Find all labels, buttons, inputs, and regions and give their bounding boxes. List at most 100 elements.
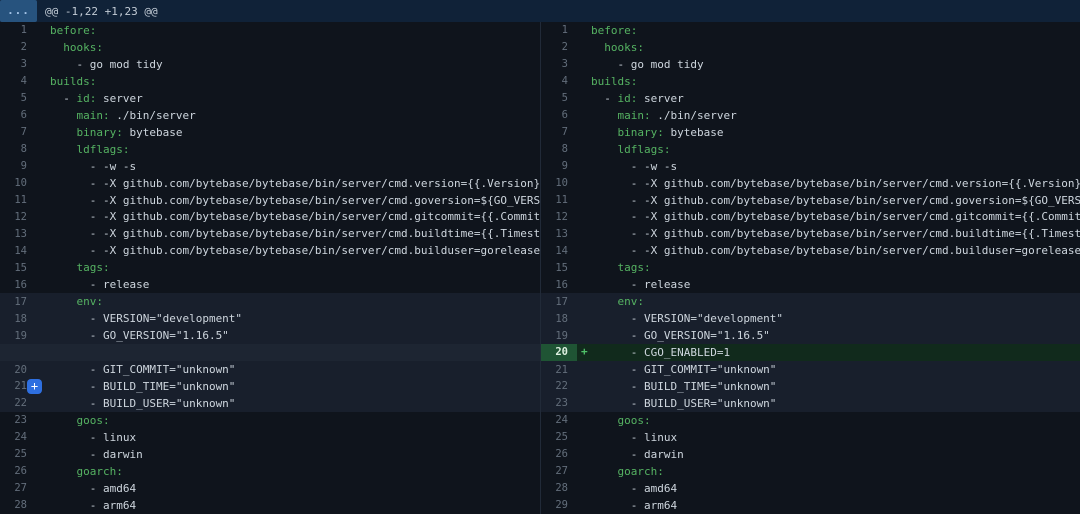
line-number[interactable]: 16 (541, 279, 577, 291)
yaml-key-token: goos: (77, 414, 110, 427)
code-line: - go mod tidy (36, 58, 163, 71)
line-number[interactable]: 9 (0, 160, 36, 172)
diff-row: 28 - arm64 (0, 497, 540, 514)
code-text-token (50, 465, 77, 478)
line-number[interactable]: 18 (541, 313, 577, 325)
line-number[interactable]: 5 (0, 92, 36, 104)
line-number[interactable]: 23 (0, 414, 36, 426)
diff-row: 1before: (541, 22, 1080, 39)
code-text-token: - -X github.com/bytebase/bytebase/bin/se… (591, 210, 1080, 223)
diff-row: 1before: (0, 22, 540, 39)
line-number[interactable]: 11 (0, 194, 36, 206)
line-number[interactable]: 26 (0, 465, 36, 477)
code-line: - -w -s (577, 160, 677, 173)
yaml-key-token: binary: (77, 126, 123, 139)
code-line: goos: (36, 414, 110, 427)
line-number[interactable]: 20 (541, 344, 577, 361)
code-text-token: - linux (50, 431, 136, 444)
code-text-token: - darwin (50, 448, 143, 461)
code-line: - GO_VERSION="1.16.5" (36, 329, 229, 342)
diff-row: 4 builds: (0, 73, 540, 90)
line-number[interactable]: 16 (0, 279, 36, 291)
line-number[interactable]: 10 (541, 177, 577, 189)
line-number[interactable]: 15 (0, 262, 36, 274)
line-number[interactable]: 2 (0, 41, 36, 53)
code-line: - GIT_COMMIT="unknown" (36, 363, 235, 376)
line-number[interactable]: 8 (541, 143, 577, 155)
line-number[interactable]: 17 (541, 296, 577, 308)
line-number[interactable]: 25 (0, 448, 36, 460)
code-line: ldflags: (36, 143, 129, 156)
code-text-token: - amd64 (591, 482, 677, 495)
diff-row: 11 - -X github.com/bytebase/bytebase/bin… (541, 192, 1080, 209)
line-number[interactable]: 20 (0, 364, 36, 376)
line-number[interactable]: 19 (0, 330, 36, 342)
line-number[interactable]: 28 (541, 482, 577, 494)
line-number[interactable]: 3 (0, 58, 36, 70)
code-text-token: - -X github.com/bytebase/bytebase/bin/se… (591, 244, 1080, 257)
line-number[interactable]: 10 (0, 177, 36, 189)
code-line: builds: (36, 75, 96, 88)
code-text-token: - arm64 (50, 499, 136, 512)
line-number[interactable]: 18 (0, 313, 36, 325)
line-number[interactable]: 25 (541, 431, 577, 443)
line-number[interactable]: 29 (541, 499, 577, 511)
line-number[interactable]: 4 (541, 75, 577, 87)
line-number[interactable]: 2 (541, 41, 577, 53)
line-number[interactable]: 28 (0, 499, 36, 511)
code-text-token: ./bin/server (651, 109, 737, 122)
line-number[interactable]: 24 (541, 414, 577, 426)
line-number[interactable]: 7 (0, 126, 36, 138)
line-number[interactable]: 8 (0, 143, 36, 155)
line-number[interactable]: 11 (541, 194, 577, 206)
code-text-token: - BUILD_USER="unknown" (591, 397, 776, 410)
expand-diff-button[interactable]: ... (0, 0, 37, 22)
line-number[interactable]: 14 (541, 245, 577, 257)
line-number[interactable]: 22 (0, 397, 36, 409)
code-line: - id: server (577, 92, 684, 105)
line-number[interactable]: 13 (0, 228, 36, 240)
diff-row: 18 - VERSION="development" (541, 310, 1080, 327)
diff-placeholder-row (0, 344, 540, 361)
line-number[interactable]: 26 (541, 448, 577, 460)
line-number[interactable]: 4 (0, 75, 36, 87)
code-line: - GIT_COMMIT="unknown" (577, 363, 776, 376)
line-number[interactable]: 14 (0, 245, 36, 257)
line-number[interactable]: 1 (0, 24, 36, 36)
code-text-token: - CGO_ENABLED=1 (591, 346, 730, 359)
line-number[interactable]: 22 (541, 380, 577, 392)
line-number[interactable]: 27 (0, 482, 36, 494)
diff-row: 10 - -X github.com/bytebase/bytebase/bin… (541, 175, 1080, 192)
code-line: binary: bytebase (36, 126, 182, 139)
diff-row: 24 - linux (0, 429, 540, 446)
line-number[interactable]: 7 (541, 126, 577, 138)
line-number[interactable]: 6 (541, 109, 577, 121)
add-comment-button[interactable]: + (27, 379, 42, 394)
line-number[interactable]: 5 (541, 92, 577, 104)
yaml-key-token: builds: (591, 75, 637, 88)
line-number[interactable]: 12 (541, 211, 577, 223)
line-number[interactable]: 21 (541, 364, 577, 376)
line-number[interactable]: 17 (0, 296, 36, 308)
line-number[interactable]: 19 (541, 330, 577, 342)
line-number[interactable]: 6 (0, 109, 36, 121)
diff-row: 17 env: (0, 293, 540, 310)
code-text-token: - -X github.com/bytebase/bytebase/bin/se… (591, 227, 1080, 240)
diff-row: 3 - go mod tidy (541, 56, 1080, 73)
diff-row: 29 - arm64 (541, 497, 1080, 514)
line-number[interactable]: 15 (541, 262, 577, 274)
code-text-token: - GO_VERSION="1.16.5" (50, 329, 229, 342)
line-number[interactable]: 23 (541, 397, 577, 409)
diff-row: 7 binary: bytebase (0, 124, 540, 141)
diff-row: 5 - id: server (0, 90, 540, 107)
line-number[interactable]: 13 (541, 228, 577, 240)
line-number[interactable]: 9 (541, 160, 577, 172)
yaml-key-token: ldflags: (77, 143, 130, 156)
yaml-key-token: builds: (50, 75, 96, 88)
line-number[interactable]: 12 (0, 211, 36, 223)
line-number[interactable]: 27 (541, 465, 577, 477)
line-number[interactable]: 1 (541, 24, 577, 36)
diff-row: 28 - amd64 (541, 480, 1080, 497)
line-number[interactable]: 24 (0, 431, 36, 443)
line-number[interactable]: 3 (541, 58, 577, 70)
